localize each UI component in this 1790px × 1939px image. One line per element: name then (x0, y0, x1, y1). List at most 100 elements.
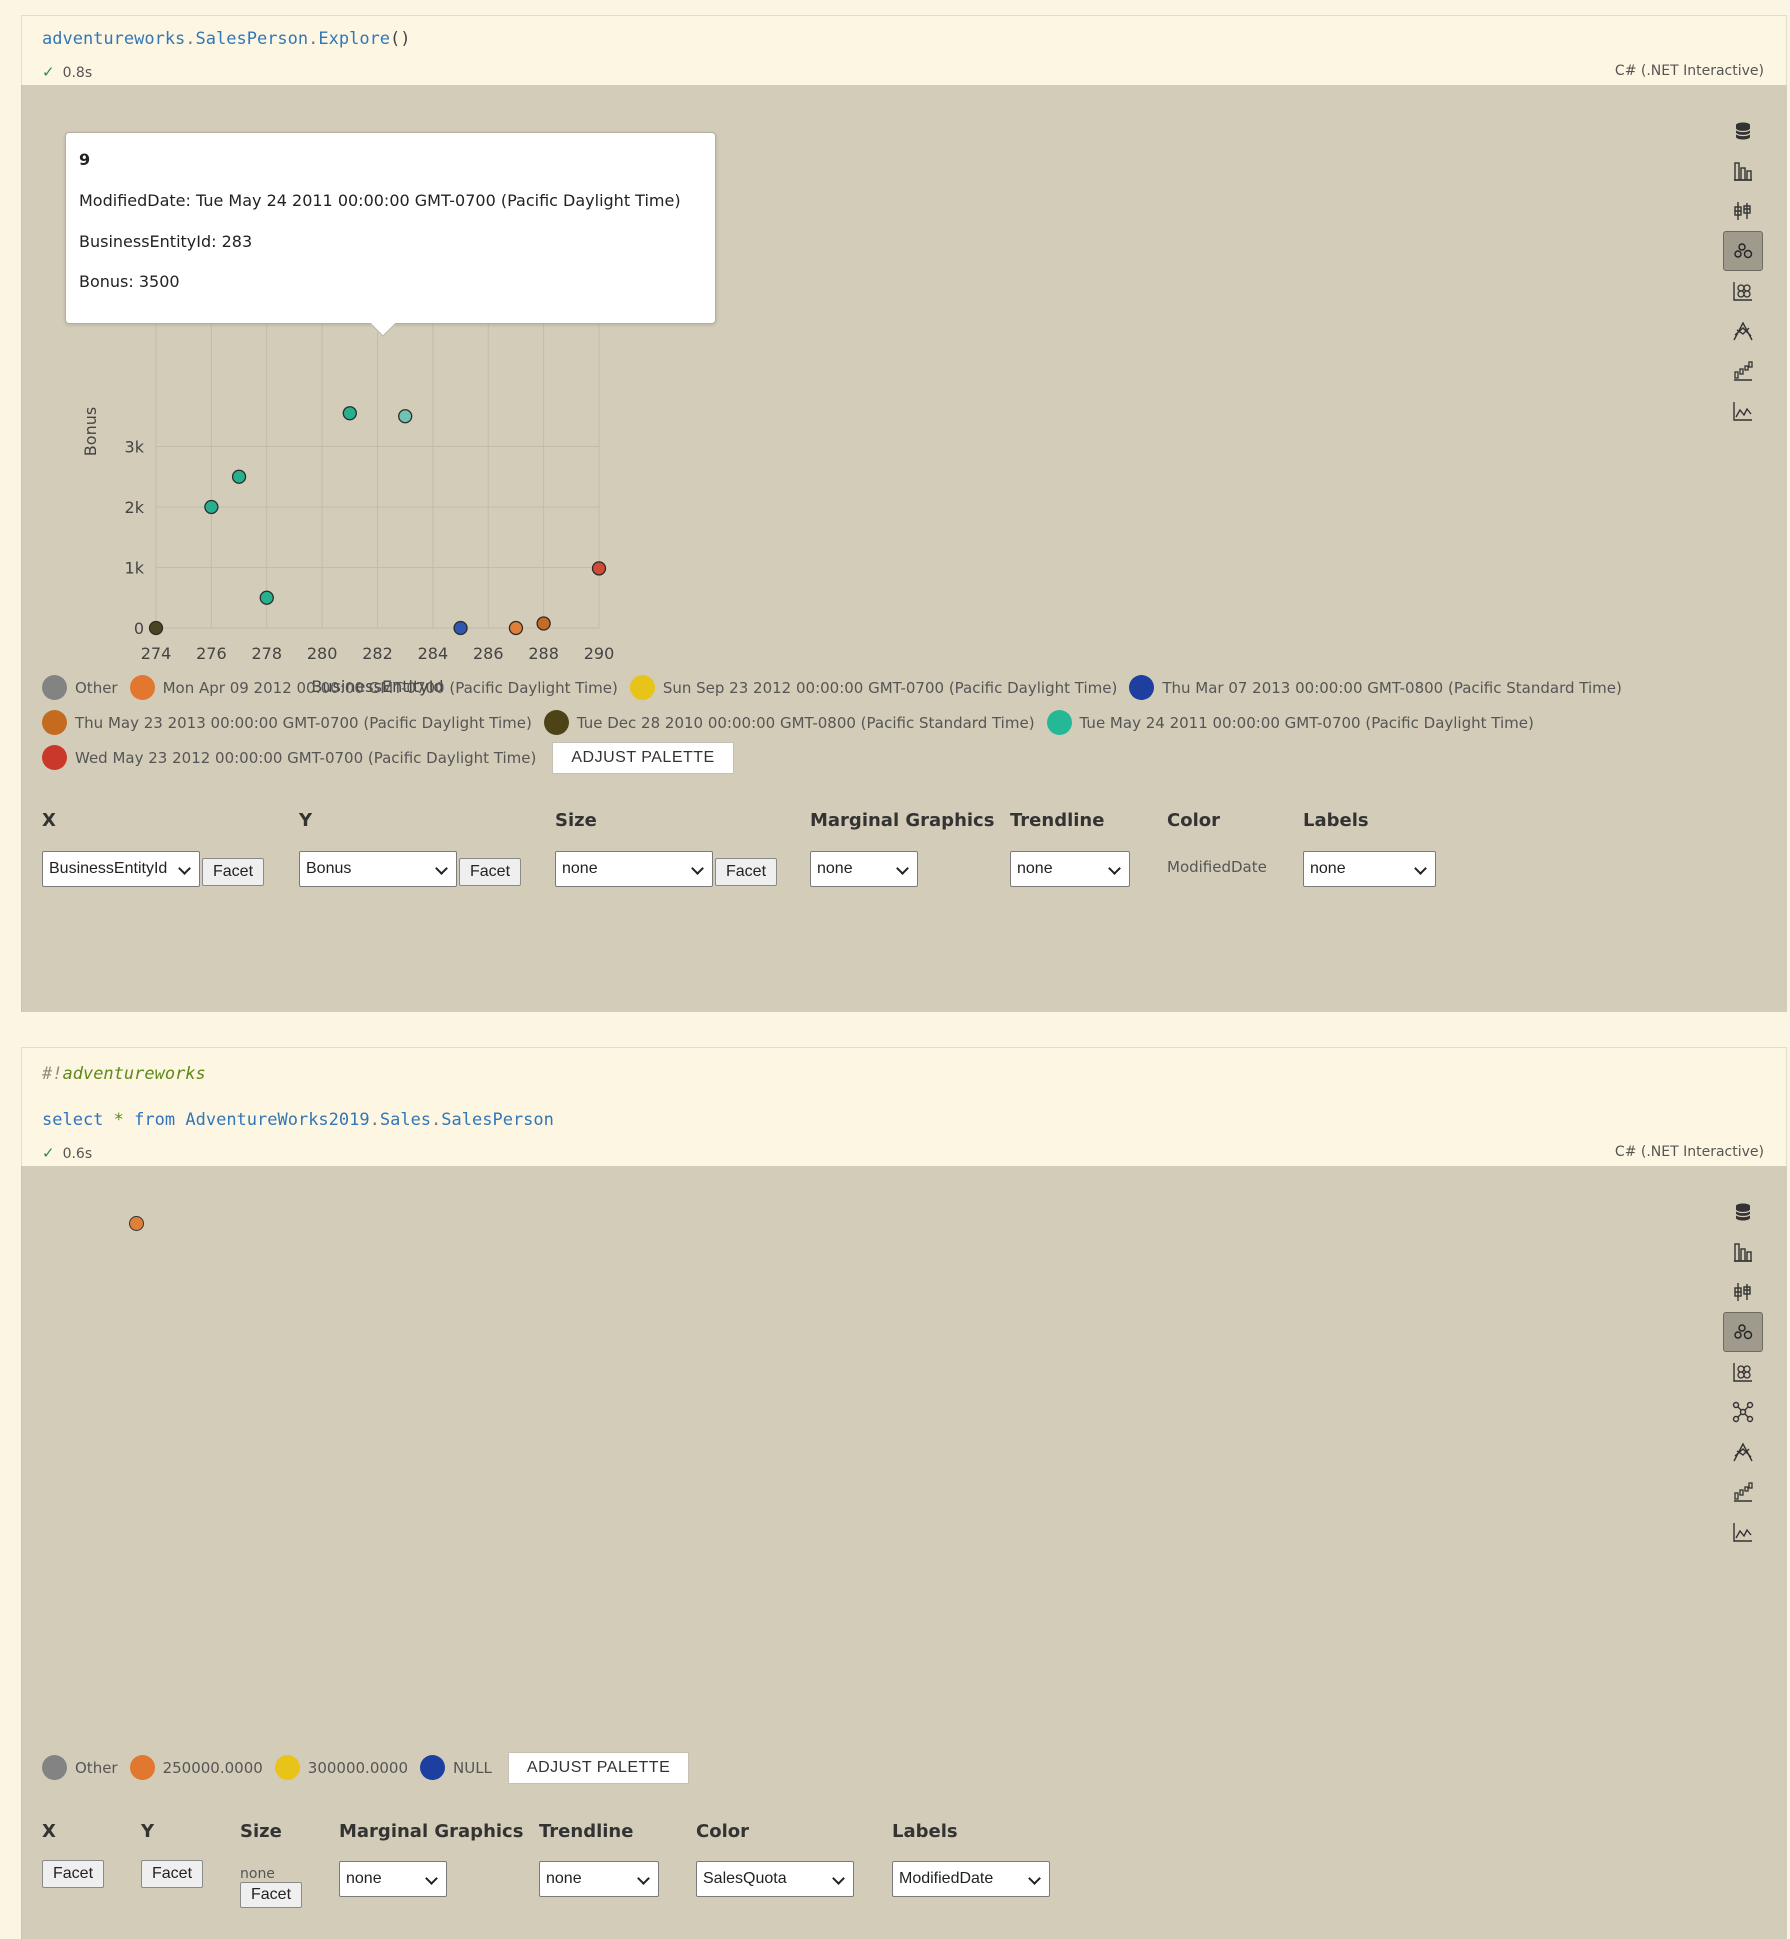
legend-label: Thu Mar 07 2013 00:00:00 GMT-0800 (Pacif… (1162, 678, 1622, 697)
scatter-point[interactable] (231, 469, 247, 484)
legend-label: 300000.0000 (307, 1758, 408, 1777)
size-select[interactable]: none (555, 851, 713, 887)
bar-chart-icon (1734, 162, 1752, 181)
bubble-chart-button[interactable] (1723, 271, 1763, 311)
scatter-chart-button[interactable] (1723, 231, 1763, 271)
legend-label: Wed May 23 2012 00:00:00 GMT-0700 (Pacif… (75, 748, 537, 767)
area-chart-chart-button[interactable] (1723, 391, 1763, 431)
code-editor[interactable]: #!adventureworks select * from Adventure… (21, 1047, 1787, 1166)
x-select[interactable]: BusinessEntityId (42, 851, 200, 887)
y-tick-label: 0 (134, 619, 144, 638)
legend-label: Sun Sep 23 2012 00:00:00 GMT-0700 (Pacif… (662, 678, 1118, 697)
chart-type-toolbar (1723, 1192, 1763, 1552)
marginal-graphics-select[interactable]: none (339, 1861, 447, 1897)
labels-select[interactable]: ModifiedDate (892, 1861, 1050, 1897)
scatter-point[interactable] (536, 616, 551, 631)
legend-item[interactable]: Tue Dec 28 2010 00:00:00 GMT-0800 (Pacif… (543, 710, 1035, 735)
scatter-icon (1734, 243, 1753, 259)
scatter-chart-button[interactable] (1723, 1312, 1763, 1352)
code-editor[interactable]: adventureworks.SalesPerson.Explore() ✓ 0.… (21, 15, 1787, 85)
x-tick-label: 282 (362, 644, 393, 663)
y-axis-title: Bonus (81, 407, 100, 456)
bubble-chart-button[interactable] (1723, 1352, 1763, 1392)
code-token: SalesPerson (195, 29, 309, 49)
trendline-select[interactable]: none (539, 1861, 659, 1897)
scatter-point[interactable] (508, 620, 524, 636)
scatter-point[interactable] (342, 406, 357, 421)
x-facet-button[interactable]: Facet (202, 858, 265, 886)
legend-item[interactable]: Other (42, 1755, 118, 1780)
code-token: SalesPerson (441, 1110, 554, 1130)
execution-status: ✓ 0.6s (42, 1144, 92, 1162)
scatter-point[interactable] (398, 409, 413, 424)
color-select[interactable]: SalesQuota (696, 1861, 854, 1897)
legend-item[interactable]: Tue May 24 2011 00:00:00 GMT-0700 (Pacif… (1046, 710, 1534, 735)
code-token: adventureworks (42, 29, 186, 49)
scatter-point[interactable] (453, 620, 468, 636)
color-value: ModifiedDate (1167, 858, 1267, 876)
size-facet-button[interactable]: Facet (240, 1882, 303, 1908)
legend-swatch (129, 1755, 155, 1780)
legend-swatch (42, 1755, 67, 1780)
legend-label: Other (75, 1758, 118, 1777)
legend-item[interactable]: NULL (420, 1755, 492, 1780)
labels-select[interactable]: none (1303, 851, 1436, 887)
box-plot-chart-button[interactable] (1723, 191, 1763, 231)
marginal-graphics-label: Marginal Graphics (810, 810, 995, 831)
scatter-point[interactable] (129, 1216, 144, 1231)
adjust-palette-button[interactable]: ADJUST PALETTE (507, 1751, 690, 1784)
database-chart-button[interactable] (1723, 1192, 1763, 1232)
legend-swatch (1129, 675, 1155, 700)
legend-label: Tue May 24 2011 00:00:00 GMT-0700 (Pacif… (1079, 713, 1534, 732)
data-tooltip: 9 ModifiedDate: Tue May 24 2011 00:00:00… (65, 132, 716, 337)
code-token: . (308, 29, 319, 49)
kernel-language[interactable]: C# (.NET Interactive) (1615, 63, 1764, 79)
output-area: 274 276 278 280 282 284 286 288 290 0 1k 2k 3k Busine… (21, 85, 1787, 1012)
scatter-point[interactable] (591, 561, 607, 576)
bar-chart-icon (1734, 1243, 1752, 1262)
x-tick-label: 276 (196, 644, 227, 663)
scatter-point[interactable] (259, 590, 274, 605)
legend-item[interactable]: Other (42, 675, 118, 700)
legend-swatch (274, 1755, 300, 1780)
y-facet-button[interactable]: Facet (141, 1860, 204, 1888)
legend-item[interactable]: Thu Mar 07 2013 00:00:00 GMT-0800 (Pacif… (1129, 675, 1622, 700)
code-token: select (42, 1110, 104, 1130)
waterfall-chart-button[interactable] (1723, 1472, 1763, 1512)
y-facet-button[interactable]: Facet (459, 858, 522, 886)
code-token: . (431, 1110, 442, 1130)
kernel-language[interactable]: C# (.NET Interactive) (1615, 1144, 1764, 1160)
code-token: from (134, 1110, 176, 1130)
parallel-chart-button[interactable] (1723, 311, 1763, 351)
execution-time: 0.8s (62, 65, 93, 81)
legend-item[interactable]: Sun Sep 23 2012 00:00:00 GMT-0700 (Pacif… (629, 675, 1118, 700)
scatter-icon (1734, 1324, 1753, 1340)
trendline-select[interactable]: none (1010, 851, 1130, 887)
trendline-label: Trendline (1010, 810, 1105, 831)
legend-item[interactable]: Mon Apr 09 2012 00:00:00 GMT-0700 (Pacif… (129, 675, 618, 700)
legend-row: Other Mon Apr 09 2012 00:00:00 GMT-0700 (… (42, 670, 1634, 705)
bar-chart-chart-button[interactable] (1723, 151, 1763, 191)
color-legend: Other 250000.0000 300000.0000 NULL ADJUST PA… (42, 1750, 690, 1785)
scatter-point[interactable] (204, 499, 219, 515)
network-chart-button[interactable] (1723, 1392, 1763, 1432)
adjust-palette-button[interactable]: ADJUST PALETTE (552, 741, 734, 774)
legend-item[interactable]: 300000.0000 (274, 1755, 408, 1780)
parallel-chart-button[interactable] (1723, 1432, 1763, 1472)
legend-item[interactable]: Thu May 23 2013 00:00:00 GMT-0700 (Pacif… (42, 710, 532, 735)
box-plot-chart-button[interactable] (1723, 1272, 1763, 1312)
legend-row: Thu May 23 2013 00:00:00 GMT-0700 (Pacif… (42, 705, 1634, 740)
waterfall-chart-button[interactable] (1723, 351, 1763, 391)
x-facet-button[interactable]: Facet (42, 1860, 105, 1888)
y-select[interactable]: Bonus (299, 851, 457, 887)
check-icon: ✓ (42, 1144, 55, 1162)
legend-item[interactable]: Wed May 23 2012 00:00:00 GMT-0700 (Pacif… (42, 745, 536, 770)
size-facet-button[interactable]: Facet (715, 858, 778, 886)
database-chart-button[interactable] (1723, 111, 1763, 151)
area-chart-chart-button[interactable] (1723, 1512, 1763, 1552)
marginal-graphics-select[interactable]: none (810, 851, 918, 887)
code-token: . (369, 1110, 380, 1130)
legend-item[interactable]: 250000.0000 (129, 1755, 263, 1780)
bar-chart-chart-button[interactable] (1723, 1232, 1763, 1272)
scatter-point[interactable] (148, 620, 164, 636)
